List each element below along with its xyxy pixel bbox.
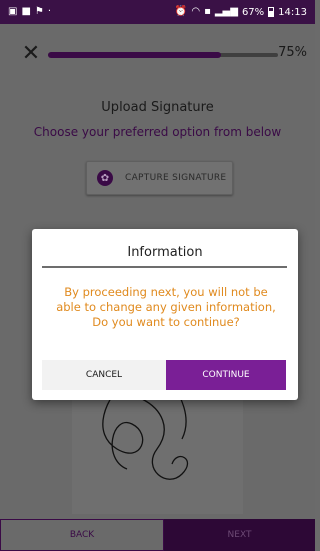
capture-signature-button[interactable]: ✿ CAPTURE SIGNATURE <box>86 161 233 195</box>
battery-percent: 67% <box>241 6 265 18</box>
progress-fill <box>48 52 221 58</box>
close-icon[interactable]: ✕ <box>20 43 42 65</box>
status-bar-left: ▣ ■ ⚑ · <box>8 7 51 17</box>
nfc-icon: ▪ <box>204 6 211 17</box>
bottom-bar: BACK NEXT <box>0 519 315 551</box>
status-bar-right: ⏰ ◠ ▪ ▂▄▆ 67% 14:13 <box>175 7 307 18</box>
top-bar: ✕ 75% <box>0 24 315 84</box>
clock-time: 14:13 <box>278 6 307 18</box>
image-icon: ▣ <box>8 6 18 17</box>
message-icon: ■ <box>21 6 31 17</box>
app-icon: ⚑ <box>34 6 44 17</box>
progress-bar <box>48 52 278 58</box>
dialog-message: By proceeding next, you will not be able… <box>56 285 276 329</box>
dialog-title: Information <box>127 245 203 260</box>
dialog-divider <box>42 266 287 268</box>
information-dialog: Information By proceeding next, you will… <box>32 229 298 400</box>
wifi-icon: ◠ <box>191 6 201 17</box>
capture-signature-label: CAPTURE SIGNATURE <box>125 173 227 183</box>
back-button[interactable]: BACK <box>0 519 164 551</box>
cancel-button[interactable]: CANCEL <box>42 360 166 390</box>
next-button[interactable]: NEXT <box>164 519 315 551</box>
upload-signature-page: ✕ 75% Upload Signature Choose your prefe… <box>0 24 315 551</box>
signal-icon: ▂▄▆ <box>214 6 238 17</box>
status-bar: ▣ ■ ⚑ · ⏰ ◠ ▪ ▂▄▆ 67% 14:13 <box>0 0 315 24</box>
alarm-icon: ⏰ <box>174 6 188 17</box>
continue-button[interactable]: CONTINUE <box>166 360 286 390</box>
page-title: Upload Signature <box>101 100 214 115</box>
dot-icon: · <box>47 6 52 17</box>
page-subtitle: Choose your preferred option from below <box>33 125 282 139</box>
progress-label: 75% <box>278 45 307 60</box>
battery-icon <box>268 7 275 17</box>
camera-shutter-icon: ✿ <box>97 170 113 186</box>
